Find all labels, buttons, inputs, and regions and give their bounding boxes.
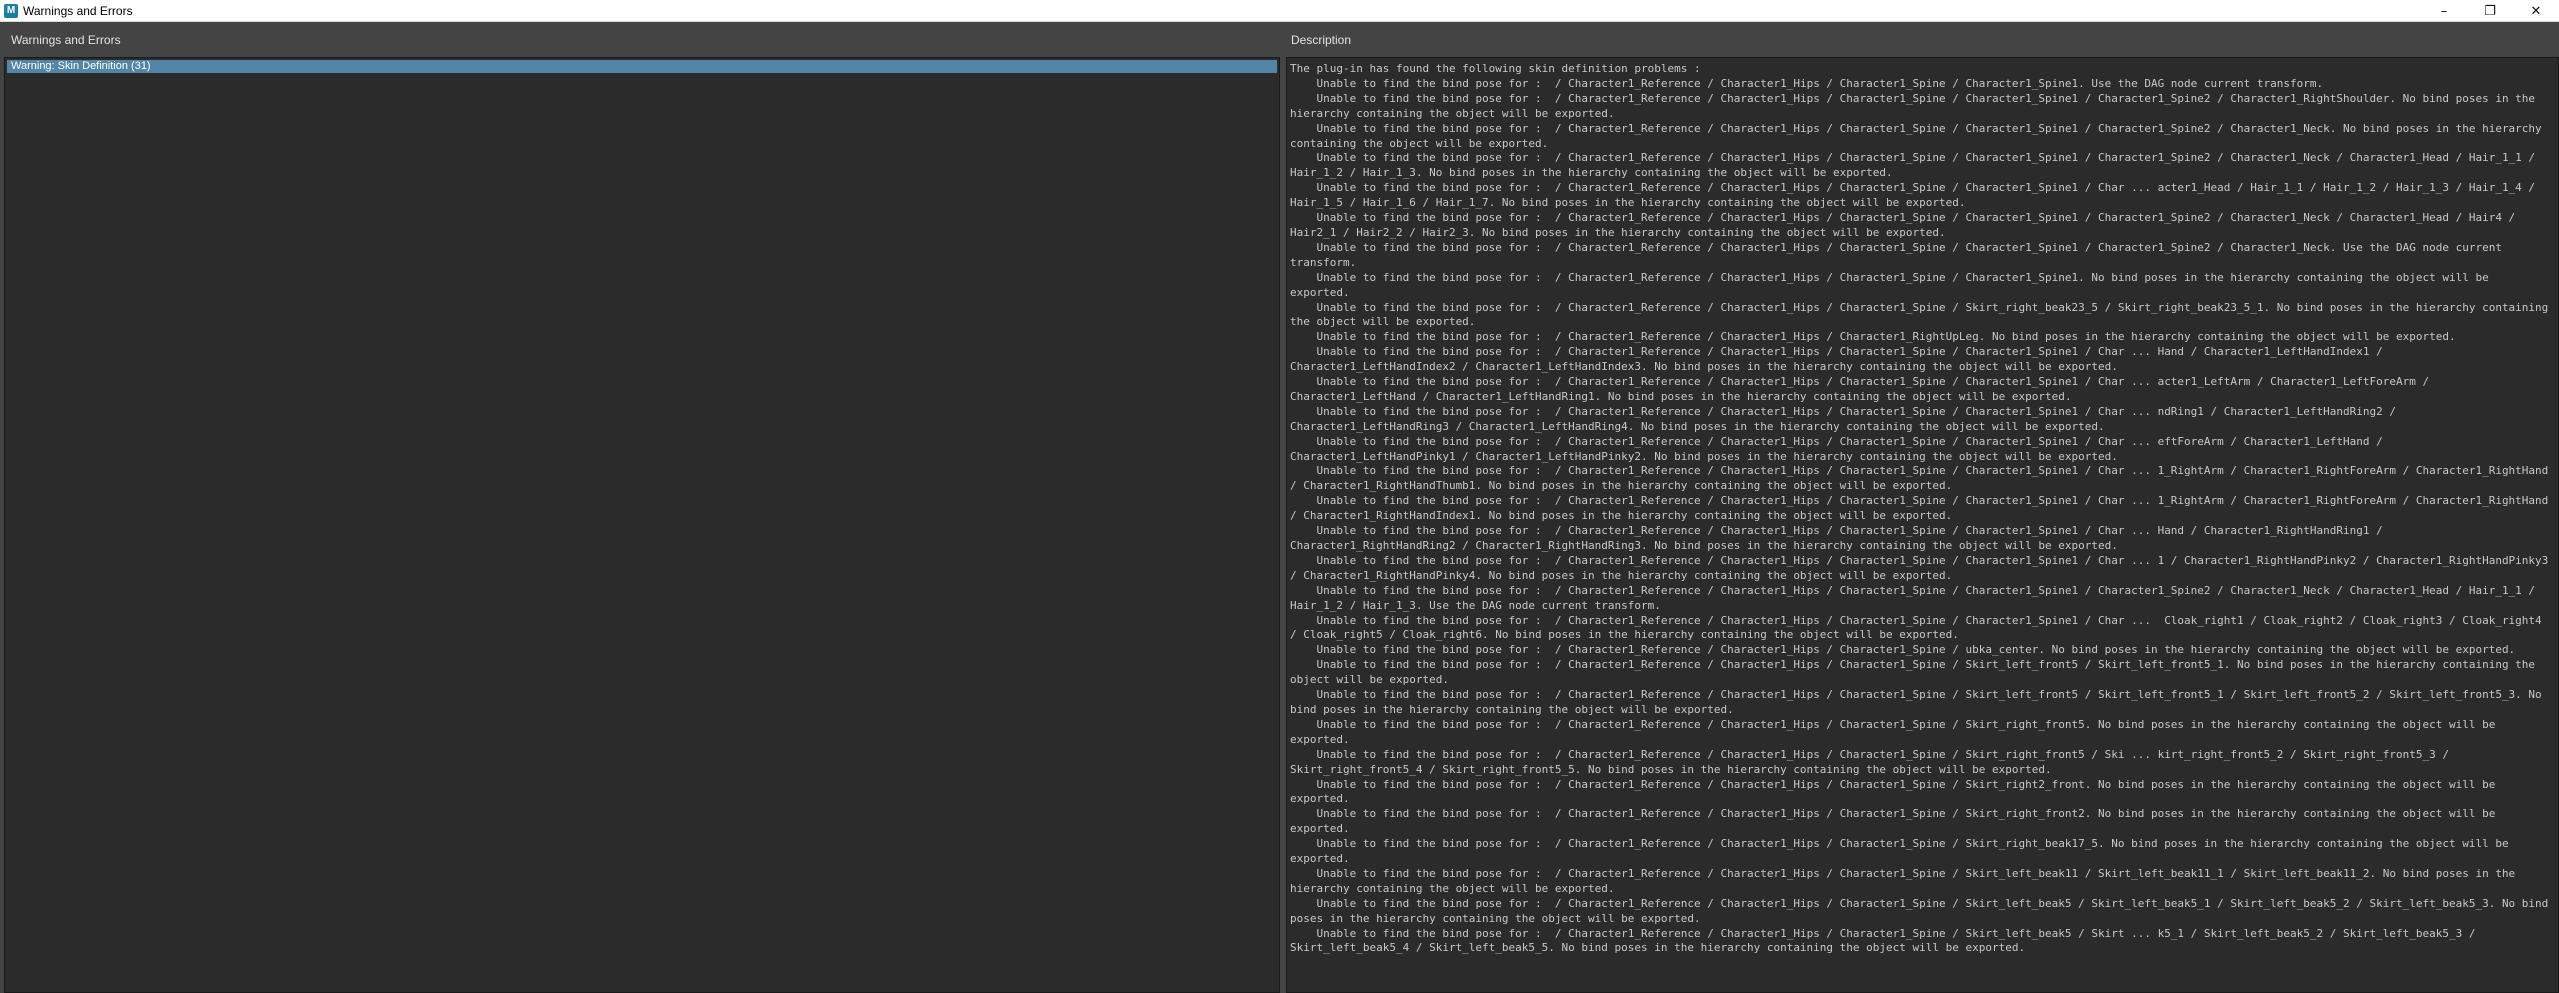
warnings-list[interactable]: Warning: Skin Definition (31): [4, 57, 1280, 993]
app-icon-letter: M: [6, 5, 16, 16]
minimize-button[interactable]: –: [2421, 0, 2467, 22]
restore-button[interactable]: ❐: [2467, 0, 2513, 22]
warnings-panel-header: Warnings and Errors: [11, 33, 121, 47]
maya-app-icon: M: [4, 4, 18, 18]
warning-list-item[interactable]: Warning: Skin Definition (31): [7, 60, 1277, 73]
description-panel-header: Description: [1291, 33, 1352, 47]
description-panel[interactable]: The plug-in has found the following skin…: [1286, 57, 2559, 993]
close-button[interactable]: ✕: [2513, 0, 2559, 22]
description-text: The plug-in has found the following skin…: [1290, 62, 2549, 955]
window-title: Warnings and Errors: [23, 4, 133, 18]
title-bar[interactable]: M Warnings and Errors – ❐ ✕: [0, 0, 2559, 22]
